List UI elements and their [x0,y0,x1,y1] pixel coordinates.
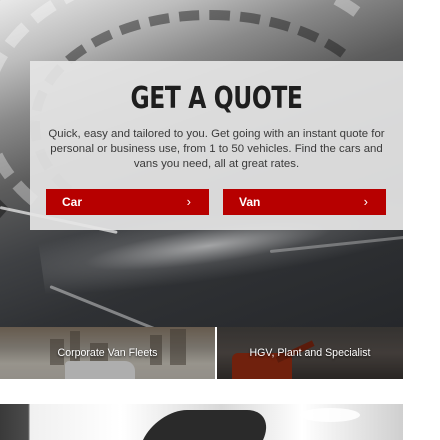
van-quote-button[interactable]: Van › [223,189,386,215]
car-window-image [143,410,277,440]
hero-banner: GET A QUOTE Quick, easy and tailored to … [0,0,403,327]
category-label: Corporate Van Fleets [57,347,158,359]
car-quote-button[interactable]: Car › [46,189,209,215]
chevron-right-icon: › [363,194,368,209]
category-label: HGV, Plant and Specialist [249,347,371,359]
category-tile-corporate-van-fleets[interactable]: Corporate Van Fleets [0,327,215,379]
car-quote-button-label: Car [62,195,83,209]
category-tile-hgv-plant-specialist[interactable]: HGV, Plant and Specialist [217,327,403,379]
chevron-right-icon: › [186,194,191,209]
quote-description: Quick, easy and tailored to you. Get goi… [48,128,385,170]
van-quote-button-label: Van [239,195,261,209]
car-image-section [0,404,403,440]
quote-panel: GET A QUOTE Quick, easy and tailored to … [30,61,403,230]
car-highlight [300,408,360,422]
quote-title: GET A QUOTE [130,81,303,116]
